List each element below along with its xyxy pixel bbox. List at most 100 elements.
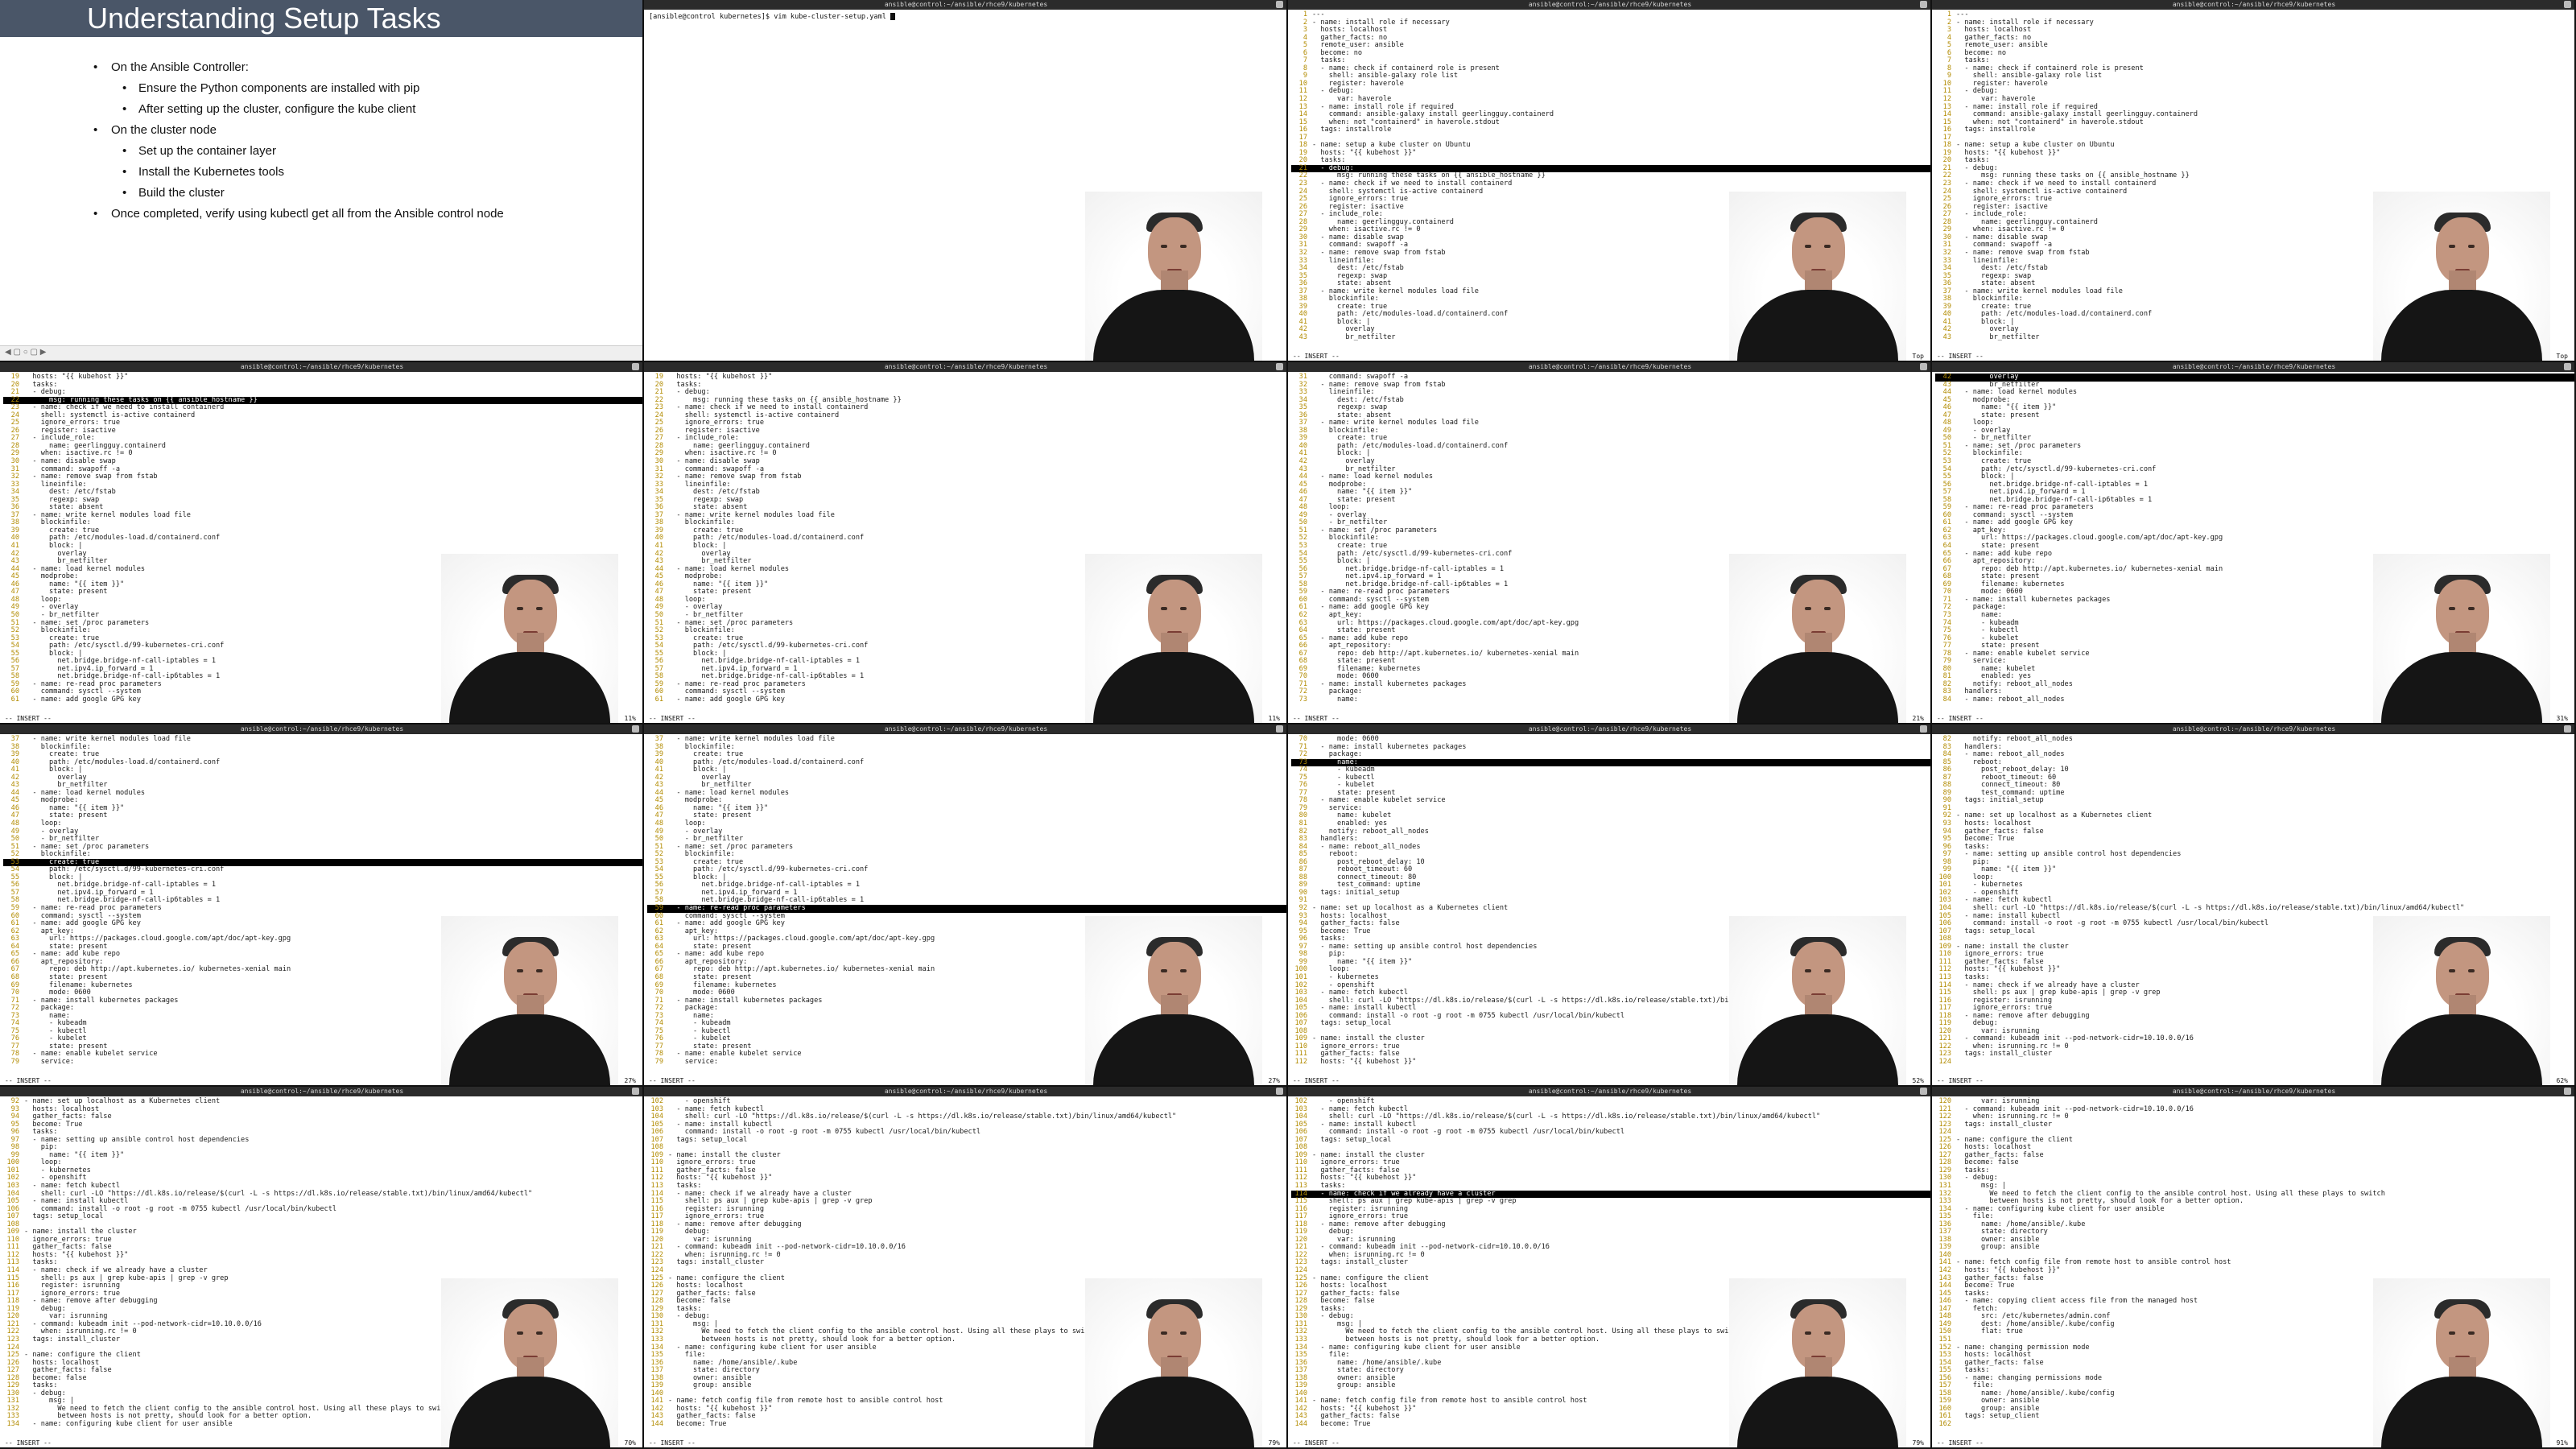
line-text: url: https://packages.cloud.google.com/a… xyxy=(668,935,935,943)
slide-control-strip: ◀ ▢ ○ ▢ ▶ xyxy=(0,345,642,361)
line-text: - debug: xyxy=(1956,1174,1998,1183)
window-menu-icon[interactable] xyxy=(2564,363,2571,370)
window-menu-icon[interactable] xyxy=(1276,725,1283,733)
line-text: - name: disable swap xyxy=(1956,233,2048,242)
window-menu-icon[interactable] xyxy=(1920,725,1927,733)
line-text: name: xyxy=(1956,610,2002,619)
window-menu-icon[interactable] xyxy=(632,363,639,370)
line-text: command: swapoff -a xyxy=(1956,241,2052,250)
slide-bullet-8: Once completed, verify using kubectl get… xyxy=(89,204,626,224)
scroll-position: 27% xyxy=(1268,1077,1280,1084)
line-text: - kubectl xyxy=(1312,773,1375,782)
line-text: dest: /etc/fstab xyxy=(668,488,760,497)
terminal-tile: ansible@control:~/ansible/rhce9/kubernet… xyxy=(1288,0,1932,362)
terminal-tile: ansible@control:~/ansible/rhce9/kubernet… xyxy=(644,362,1288,724)
line-text: - overlay xyxy=(1312,510,1367,519)
terminal-tile: ansible@control:~/ansible/rhce9/kubernet… xyxy=(644,0,1288,362)
line-text: - name: remove swap from fstab xyxy=(1956,248,2090,257)
line-text: br_netfilter xyxy=(1956,332,2040,341)
line-text: when: not "containerd" in haverole.stdou… xyxy=(1312,118,1500,126)
line-number: 124 xyxy=(1938,1057,1951,1066)
line-text: command: sysctl --system xyxy=(24,687,141,696)
terminal-titlebar: ansible@control:~/ansible/rhce9/kubernet… xyxy=(1288,362,1930,372)
line-text: ignore_errors: true xyxy=(1312,195,1408,204)
line-text: - name: set up localhost as a Kubernetes… xyxy=(1312,904,1509,913)
line-text: remote_user: ansible xyxy=(1956,41,2048,50)
line-text: register: isactive xyxy=(1956,202,2048,211)
code-line: 107 tags: setup_local xyxy=(647,1136,1286,1145)
line-text: - name: remove after debugging xyxy=(1312,1220,1446,1228)
line-text: service: xyxy=(668,1057,719,1066)
line-text: file: xyxy=(1956,1212,1994,1221)
line-text: block: | xyxy=(24,766,83,774)
line-text: create: true xyxy=(24,750,100,759)
line-text: create: true xyxy=(1956,302,2032,311)
line-text: - name: fetch kubectl xyxy=(668,1104,764,1113)
line-text: - name: add google GPG key xyxy=(24,695,141,704)
code-line: 32 - name: remove swap from fstab xyxy=(647,473,1286,481)
line-text: net.bridge.bridge-nf-call-iptables = 1 xyxy=(1956,480,2148,489)
line-text: net.bridge.bridge-nf-call-iptables = 1 xyxy=(24,881,216,890)
window-menu-icon[interactable] xyxy=(1276,1088,1283,1095)
line-text: - overlay xyxy=(24,603,79,612)
window-menu-icon[interactable] xyxy=(1920,1088,1927,1095)
line-text: loop: xyxy=(24,819,62,828)
window-menu-icon[interactable] xyxy=(1276,1,1283,8)
line-text: notify: reboot_all_nodes xyxy=(1956,679,2073,688)
window-menu-icon[interactable] xyxy=(2564,1,2571,8)
line-text: overlay xyxy=(1312,325,1375,334)
line-text: msg: | xyxy=(24,1397,75,1406)
line-text: modprobe: xyxy=(668,796,723,805)
window-menu-icon[interactable] xyxy=(632,1088,639,1095)
terminal-titlebar: ansible@control:~/ansible/rhce9/kubernet… xyxy=(1288,724,1930,734)
line-text: notify: reboot_all_nodes xyxy=(1956,735,2073,743)
line-text: command: swapoff -a xyxy=(24,464,120,473)
line-text: hosts: localhost xyxy=(1956,26,2032,35)
window-menu-icon[interactable] xyxy=(1276,363,1283,370)
code-line: 26 register: isactive xyxy=(647,427,1286,436)
line-text: hosts: localhost xyxy=(24,1104,100,1113)
line-text: gather_facts: false xyxy=(1312,1050,1400,1059)
line-text: register: haverole xyxy=(1956,79,2048,88)
line-text: var: isrunning xyxy=(668,1235,752,1244)
window-menu-icon[interactable] xyxy=(2564,725,2571,733)
presenter-video xyxy=(2373,1278,2550,1447)
code-line: 82 notify: reboot_all_nodes xyxy=(1935,735,2574,744)
line-text: src: /etc/kubernetes/admin.conf xyxy=(1956,1312,2111,1321)
line-text: mode: 0600 xyxy=(24,989,91,997)
code-line: 48 loop: xyxy=(647,819,1286,828)
line-text: owner: ansible xyxy=(1956,1397,2040,1406)
line-text: - name: check if we need to install cont… xyxy=(24,403,225,412)
code-line: 51 - name: set /proc parameters xyxy=(647,843,1286,852)
terminal-titlebar: ansible@control:~/ansible/rhce9/kubernet… xyxy=(1932,1087,2574,1096)
line-text: blockinfile: xyxy=(24,626,91,635)
line-text: regexp: swap xyxy=(1312,271,1388,280)
line-text: - name: load kernel modules xyxy=(24,788,146,797)
line-text: tasks: xyxy=(1956,56,1990,65)
window-menu-icon[interactable] xyxy=(1920,1,1927,8)
window-menu-icon[interactable] xyxy=(1920,363,1927,370)
line-text: gather_facts: false xyxy=(1956,1150,2044,1159)
window-menu-icon[interactable] xyxy=(2564,1088,2571,1095)
line-text: register: haverole xyxy=(1312,79,1404,88)
code-line: 32 - name: remove swap from fstab xyxy=(3,473,642,481)
line-text: tasks: xyxy=(24,380,58,389)
line-text: regexp: swap xyxy=(1312,403,1388,412)
code-line: 54 path: /etc/sysctl.d/99-kubernetes-cri… xyxy=(1935,465,2574,474)
line-text: tasks: xyxy=(24,1258,58,1267)
window-menu-icon[interactable] xyxy=(632,725,639,733)
terminal-title: ansible@control:~/ansible/rhce9/kubernet… xyxy=(1528,1088,1692,1095)
line-text: apt_repository: xyxy=(1312,642,1392,650)
line-text: block: | xyxy=(1312,449,1371,458)
line-text: filename: kubernetes xyxy=(1312,664,1421,673)
line-text: state: absent xyxy=(1312,279,1392,288)
code-line: 51 - name: set /proc parameters xyxy=(3,843,642,852)
line-text: - name: install the cluster xyxy=(1312,1150,1425,1159)
line-text: - openshift xyxy=(1312,980,1375,989)
line-text: - name: changing permissions mode xyxy=(1956,1373,2103,1382)
line-text: - name: disable swap xyxy=(668,457,760,466)
terminal-titlebar: ansible@control:~/ansible/rhce9/kubernet… xyxy=(1932,724,2574,734)
line-text: - name: write kernel modules load file xyxy=(24,735,191,743)
line-text: - name: re-read proc parameters xyxy=(24,679,162,688)
line-text: between hosts is not pretty, should look… xyxy=(24,1412,312,1421)
